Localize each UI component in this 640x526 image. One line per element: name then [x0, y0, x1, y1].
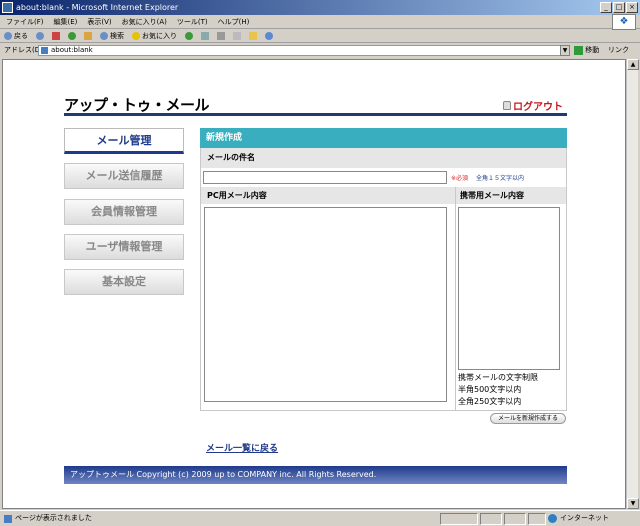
menu-edit[interactable]: 編集(E) — [54, 15, 78, 28]
window-controls: _ □ × — [600, 2, 638, 13]
body-header: PC用メール内容 携帯用メール内容 — [201, 187, 566, 204]
home-button[interactable] — [84, 29, 92, 42]
subject-limit: 全角１５文字以内 — [475, 175, 524, 182]
back-to-list-link[interactable]: メール一覧に戻る — [206, 441, 278, 454]
refresh-icon — [68, 31, 76, 40]
forward-arrow-icon — [36, 31, 44, 40]
page-icon — [41, 47, 48, 54]
menu-view[interactable]: 表示(V) — [87, 15, 111, 28]
create-mail-button[interactable]: メールを新規作成する — [490, 413, 566, 424]
search-button[interactable]: 検索 — [100, 29, 124, 42]
menu-file[interactable]: ファイル(F) — [6, 15, 44, 28]
subject-label: メールの件名 — [201, 148, 566, 168]
print-icon — [217, 31, 225, 40]
site-logo: アップ・トゥ・メール — [64, 96, 210, 114]
nav-basic-settings[interactable]: 基本設定 — [64, 269, 184, 295]
links-button[interactable]: リンク — [608, 43, 629, 58]
forward-button[interactable] — [36, 29, 44, 42]
browser-toolbar: 戻る 検索 お気に入り — [0, 29, 640, 43]
stop-button[interactable] — [52, 29, 60, 42]
status-bar: ページが表示されました インターネット — [0, 510, 640, 526]
home-icon — [84, 31, 92, 40]
messenger-button[interactable] — [265, 29, 273, 42]
page-done-icon — [4, 514, 12, 523]
history-icon — [185, 31, 193, 40]
search-label: 検索 — [110, 31, 124, 40]
mobile-note-line: 全角250文字以内 — [458, 397, 522, 406]
zone-label: インターネット — [560, 514, 609, 522]
edit-icon — [233, 31, 241, 40]
close-button[interactable]: × — [626, 2, 638, 13]
vertical-scrollbar[interactable]: ▲ ▼ — [626, 59, 639, 509]
refresh-button[interactable] — [68, 29, 76, 42]
address-dropdown-icon[interactable]: ▼ — [560, 45, 570, 56]
address-url: about:blank — [51, 46, 93, 54]
scroll-down-icon[interactable]: ▼ — [627, 498, 639, 509]
logout-label: ログアウト — [513, 102, 563, 113]
nav-mail-management[interactable]: メール管理 — [64, 128, 184, 154]
pc-body-textarea[interactable] — [204, 207, 447, 402]
print-button[interactable] — [217, 29, 225, 42]
status-segment — [480, 513, 502, 525]
menu-help[interactable]: ヘルプ(H) — [218, 15, 250, 28]
back-label: 戻る — [14, 31, 28, 40]
back-arrow-icon — [4, 31, 12, 40]
stop-icon — [52, 31, 60, 40]
menubar: ファイル(F) 編集(E) 表示(V) お気に入り(A) ツール(T) ヘルプ(… — [0, 15, 640, 29]
menu-tools[interactable]: ツール(T) — [177, 15, 208, 28]
favorites-label: お気に入り — [142, 31, 177, 40]
favorites-button[interactable]: お気に入り — [132, 29, 177, 42]
folder-icon — [249, 31, 257, 40]
scroll-up-icon[interactable]: ▲ — [627, 59, 639, 70]
page-footer: アップトゥメール Copyright (c) 2009 up to COMPAN… — [64, 466, 567, 484]
status-message: ページが表示されました — [4, 511, 92, 526]
address-input[interactable]: about:blank — [38, 45, 570, 56]
history-button[interactable] — [185, 29, 193, 42]
status-text: ページが表示されました — [15, 514, 92, 522]
go-arrow-icon — [574, 45, 583, 55]
back-button[interactable]: 戻る — [4, 29, 28, 42]
go-label: 移動 — [585, 46, 600, 54]
header-rule — [64, 113, 567, 116]
mobile-note-line: 携帯メールの文字制限 — [458, 373, 538, 382]
column-divider — [455, 187, 456, 410]
status-segment — [504, 513, 526, 525]
internet-globe-icon — [548, 514, 557, 523]
mobile-note-line: 半角500文字以内 — [458, 385, 522, 394]
edit-button[interactable] — [233, 29, 241, 42]
mobile-limit-note: 携帯メールの文字制限 半角500文字以内 全角250文字以内 — [458, 372, 538, 408]
messenger-icon — [265, 31, 273, 40]
maximize-button[interactable]: □ — [613, 2, 625, 13]
mail-button[interactable] — [201, 29, 209, 42]
mail-icon — [201, 31, 209, 40]
logout-link[interactable]: ログアウト — [503, 98, 563, 113]
status-segment — [440, 513, 478, 525]
menu-favorites[interactable]: お気に入り(A) — [122, 15, 167, 28]
star-icon — [132, 31, 140, 40]
required-mark: ※必須 — [451, 175, 469, 182]
panel-title: 新規作成 — [200, 128, 567, 148]
subject-requirement: ※必須 全角１５文字以内 — [451, 173, 524, 182]
go-button[interactable]: 移動 — [574, 43, 599, 58]
page-viewport: アップ・トゥ・メール ログアウト メール管理 メール送信履歴 会員情報管理 ユー… — [2, 59, 626, 509]
subject-input[interactable] — [203, 171, 447, 184]
windows-logo-icon: ❖ — [612, 14, 636, 30]
mobile-body-label: 携帯用メール内容 — [460, 191, 524, 200]
folder-button[interactable] — [249, 29, 257, 42]
ie-page-icon — [2, 2, 13, 13]
security-zone: インターネット — [548, 511, 609, 526]
status-segment — [528, 513, 546, 525]
pc-body-label: PC用メール内容 — [207, 191, 267, 200]
nav-user-management[interactable]: ユーザ情報管理 — [64, 234, 184, 260]
window-title: about:blank - Microsoft Internet Explore… — [16, 3, 179, 12]
lock-icon — [503, 101, 511, 110]
nav-member-management[interactable]: 会員情報管理 — [64, 199, 184, 225]
address-bar: アドレス(D) about:blank ▼ 移動 リンク — [0, 43, 640, 58]
window-titlebar: about:blank - Microsoft Internet Explore… — [0, 0, 640, 15]
minimize-button[interactable]: _ — [600, 2, 612, 13]
nav-send-history[interactable]: メール送信履歴 — [64, 163, 184, 189]
search-icon — [100, 31, 108, 40]
mobile-body-textarea[interactable] — [458, 207, 560, 370]
